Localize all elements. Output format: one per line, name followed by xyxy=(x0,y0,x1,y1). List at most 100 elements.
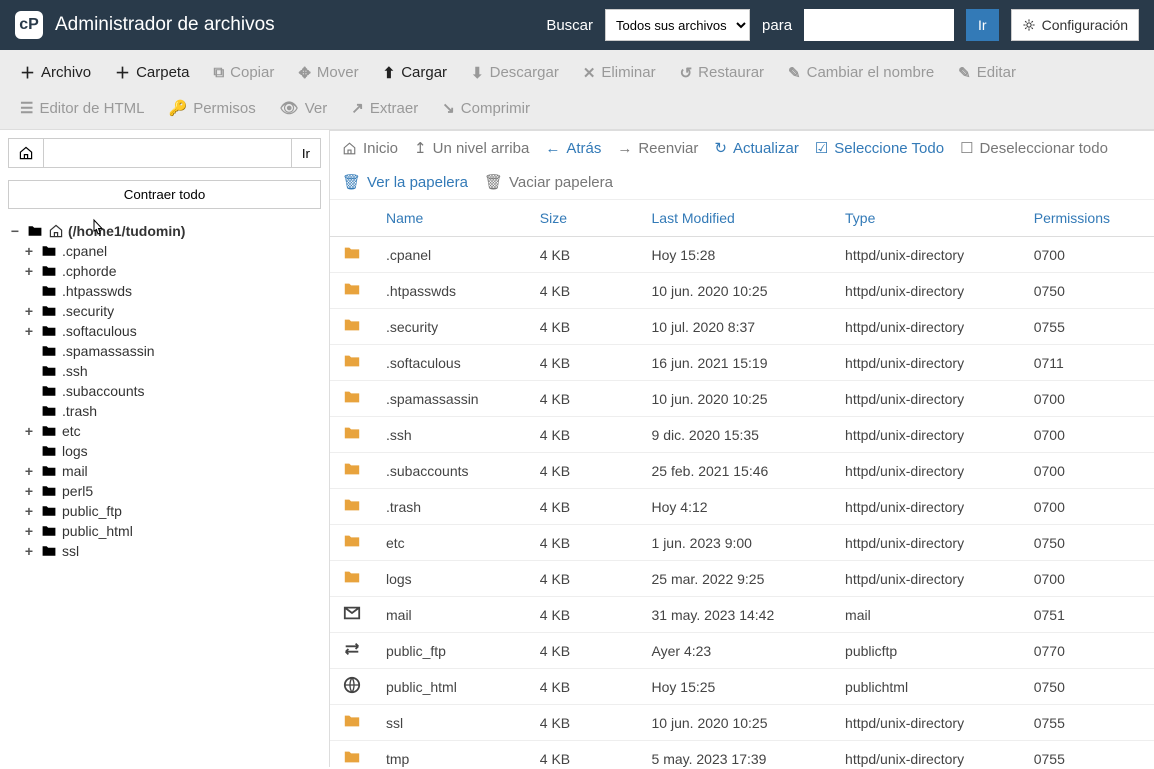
folder-icon xyxy=(40,483,58,499)
path-input[interactable] xyxy=(44,138,292,168)
table-row[interactable]: .cpanel4 KBHoy 15:28httpd/unix-directory… xyxy=(330,237,1154,273)
cell-size: 4 KB xyxy=(528,309,640,345)
cell-perms: 0750 xyxy=(1022,273,1154,309)
table-row[interactable]: .trash4 KBHoy 4:12httpd/unix-directory07… xyxy=(330,489,1154,525)
table-row[interactable]: .subaccounts4 KB25 feb. 2021 15:46httpd/… xyxy=(330,453,1154,489)
extract-icon: ↗ xyxy=(351,99,364,117)
expand-icon[interactable]: + xyxy=(22,463,36,479)
folder-icon xyxy=(40,443,58,459)
tree-node[interactable]: .htpasswds xyxy=(22,281,321,301)
tree-node[interactable]: +ssl xyxy=(22,541,321,561)
expand-icon[interactable]: + xyxy=(22,543,36,559)
nav-home-button[interactable]: Inicio xyxy=(342,139,398,157)
cell-size: 4 KB xyxy=(528,381,640,417)
expand-icon[interactable]: + xyxy=(22,483,36,499)
col-type[interactable]: Type xyxy=(833,200,1022,237)
tree-node[interactable]: +.cpanel xyxy=(22,241,321,261)
home-button[interactable] xyxy=(8,138,44,168)
cell-type: httpd/unix-directory xyxy=(833,489,1022,525)
tree-node[interactable]: +.security xyxy=(22,301,321,321)
expand-icon[interactable]: + xyxy=(22,523,36,539)
reload-button[interactable]: ↻Actualizar xyxy=(714,139,798,157)
collapse-icon[interactable]: − xyxy=(8,223,22,239)
tree-node[interactable]: + public_html xyxy=(22,521,321,541)
cell-modified: 16 jun. 2021 15:19 xyxy=(640,345,834,381)
select-all-button[interactable]: ☑Seleccione Todo xyxy=(815,139,944,157)
perms-icon: 🔑 xyxy=(169,99,188,117)
expand-icon[interactable]: + xyxy=(22,243,36,259)
tree-root[interactable]: −(/home1/tudomin) xyxy=(8,221,321,241)
tree-node[interactable]: + perl5 xyxy=(22,481,321,501)
tree-node[interactable]: +.softaculous xyxy=(22,321,321,341)
toolbar-upload-button[interactable]: ⬆Cargar xyxy=(373,56,457,89)
tree-node[interactable]: +etc xyxy=(22,421,321,441)
cell-perms: 0755 xyxy=(1022,309,1154,345)
expand-icon[interactable]: + xyxy=(22,423,36,439)
tree-node[interactable]: +mail xyxy=(22,461,321,481)
tree-node[interactable]: .trash xyxy=(22,401,321,421)
toolbar-move-button: ✥Mover xyxy=(288,56,368,89)
toolbar-carpeta-button[interactable]: ＋Carpeta xyxy=(105,56,199,89)
table-row[interactable]: .security4 KB10 jul. 2020 8:37httpd/unix… xyxy=(330,309,1154,345)
tree-node-label: public_html xyxy=(62,523,133,539)
gear-icon xyxy=(1022,18,1036,32)
table-row[interactable]: mail4 KB31 may. 2023 14:42mail0751 xyxy=(330,597,1154,633)
table-row[interactable]: tmp4 KB5 may. 2023 17:39httpd/unix-direc… xyxy=(330,741,1154,768)
folder-icon xyxy=(40,403,58,419)
file-table-wrap[interactable]: Name Size Last Modified Type Permissions… xyxy=(330,200,1154,767)
toolbar-archivo-button[interactable]: ＋Archivo xyxy=(10,56,101,89)
cell-name: logs xyxy=(374,561,528,597)
cell-name: ssl xyxy=(374,705,528,741)
table-row[interactable]: ssl4 KB10 jun. 2020 10:25httpd/unix-dire… xyxy=(330,705,1154,741)
tree-node[interactable]: +public_ftp xyxy=(22,501,321,521)
tree-node[interactable]: logs xyxy=(22,441,321,461)
empty-trash-button[interactable]: 🗑Vaciar papelera xyxy=(484,173,613,191)
cell-size: 4 KB xyxy=(528,489,640,525)
table-row[interactable]: etc4 KB1 jun. 2023 9:00httpd/unix-direct… xyxy=(330,525,1154,561)
tree-node[interactable]: .spamassassin xyxy=(22,341,321,361)
tree-node[interactable]: .subaccounts xyxy=(22,381,321,401)
expand-icon[interactable]: + xyxy=(22,323,36,339)
search-input[interactable] xyxy=(804,9,954,41)
tree-node-label: perl5 xyxy=(62,483,93,499)
col-icon[interactable] xyxy=(330,200,374,237)
cell-type: mail xyxy=(833,597,1022,633)
toolbar-restore-button: ↺Restaurar xyxy=(670,56,774,89)
folder-icon xyxy=(342,748,362,766)
expand-icon[interactable]: + xyxy=(22,263,36,279)
col-modified[interactable]: Last Modified xyxy=(640,200,834,237)
expand-icon[interactable]: + xyxy=(22,303,36,319)
col-name[interactable]: Name xyxy=(374,200,528,237)
folder-icon xyxy=(40,263,58,279)
sidebar: Ir Contraer todo −(/home1/tudomin)+.cpan… xyxy=(0,130,330,767)
unselect-all-button[interactable]: ☐Deseleccionar todo xyxy=(960,139,1108,157)
view-trash-button[interactable]: 🗑Ver la papelera xyxy=(342,173,468,191)
tree-node[interactable]: +.cphorde xyxy=(22,261,321,281)
table-row[interactable]: logs4 KB25 mar. 2022 9:25httpd/unix-dire… xyxy=(330,561,1154,597)
table-row[interactable]: .softaculous4 KB16 jun. 2021 15:19httpd/… xyxy=(330,345,1154,381)
nav-up-button[interactable]: ↥Un nivel arriba xyxy=(414,139,529,157)
nav-forward-button[interactable]: →Reenviar xyxy=(617,139,698,157)
cell-modified: 25 mar. 2022 9:25 xyxy=(640,561,834,597)
search-scope-select[interactable]: Todos sus archivos xyxy=(605,9,750,41)
nav-back-button[interactable]: ←Atrás xyxy=(545,139,601,157)
cell-modified: Hoy 15:28 xyxy=(640,237,834,273)
config-button[interactable]: Configuración xyxy=(1011,9,1139,41)
table-row[interactable]: public_ftp4 KBAyer 4:23publicftp0770 xyxy=(330,633,1154,669)
table-row[interactable]: public_html4 KBHoy 15:25publichtml0750 xyxy=(330,669,1154,705)
cell-modified: Hoy 15:25 xyxy=(640,669,834,705)
cell-type: httpd/unix-directory xyxy=(833,453,1022,489)
col-size[interactable]: Size xyxy=(528,200,640,237)
table-row[interactable]: .htpasswds4 KB10 jun. 2020 10:25httpd/un… xyxy=(330,273,1154,309)
edit-icon: ✎ xyxy=(958,64,971,82)
search-go-button[interactable]: Ir xyxy=(966,9,999,41)
table-row[interactable]: .spamassassin4 KB10 jun. 2020 10:25httpd… xyxy=(330,381,1154,417)
col-perms[interactable]: Permissions xyxy=(1022,200,1154,237)
table-row[interactable]: .ssh4 KB9 dic. 2020 15:35httpd/unix-dire… xyxy=(330,417,1154,453)
tree-node-label: .htpasswds xyxy=(62,283,132,299)
tree-node[interactable]: .ssh xyxy=(22,361,321,381)
collapse-all-button[interactable]: Contraer todo xyxy=(8,180,321,209)
expand-icon[interactable]: + xyxy=(22,503,36,519)
app-title: Administrador de archivos xyxy=(55,14,534,36)
path-go-button[interactable]: Ir xyxy=(292,138,321,168)
